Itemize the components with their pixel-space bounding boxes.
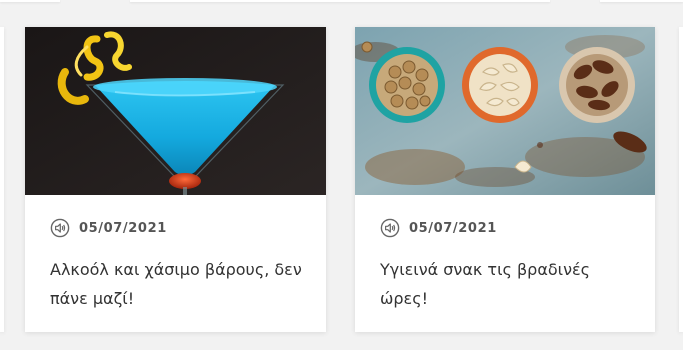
post-date: 05/07/2021 bbox=[409, 220, 497, 236]
partial-card-left bbox=[0, 27, 4, 332]
post-date: 05/07/2021 bbox=[79, 220, 167, 236]
blog-post-grid: 05/07/2021 Αλκοόλ και χάσιμο βάρους, δεν… bbox=[0, 0, 683, 350]
top-card-edge bbox=[0, 0, 60, 2]
post-meta: 05/07/2021 bbox=[50, 218, 167, 238]
post-title-link[interactable]: Υγιεινά σνακ τις βραδινές ώρες! bbox=[380, 255, 637, 313]
partial-card-right bbox=[679, 27, 683, 332]
post-meta: 05/07/2021 bbox=[380, 218, 497, 238]
audio-speaker-icon[interactable] bbox=[380, 218, 400, 238]
post-card[interactable]: 05/07/2021 Αλκοόλ και χάσιμο βάρους, δεν… bbox=[25, 27, 326, 332]
top-card-edge bbox=[130, 0, 550, 2]
audio-speaker-icon[interactable] bbox=[50, 218, 70, 238]
post-card[interactable]: 05/07/2021 Υγιεινά σνακ τις βραδινές ώρε… bbox=[355, 27, 655, 332]
post-title-link[interactable]: Αλκοόλ και χάσιμο βάρους, δεν πάνε μαζί! bbox=[50, 255, 308, 313]
post-thumbnail-cocktail[interactable] bbox=[25, 27, 326, 195]
top-card-edge bbox=[600, 0, 683, 2]
post-thumbnail-snacks[interactable] bbox=[355, 27, 655, 195]
